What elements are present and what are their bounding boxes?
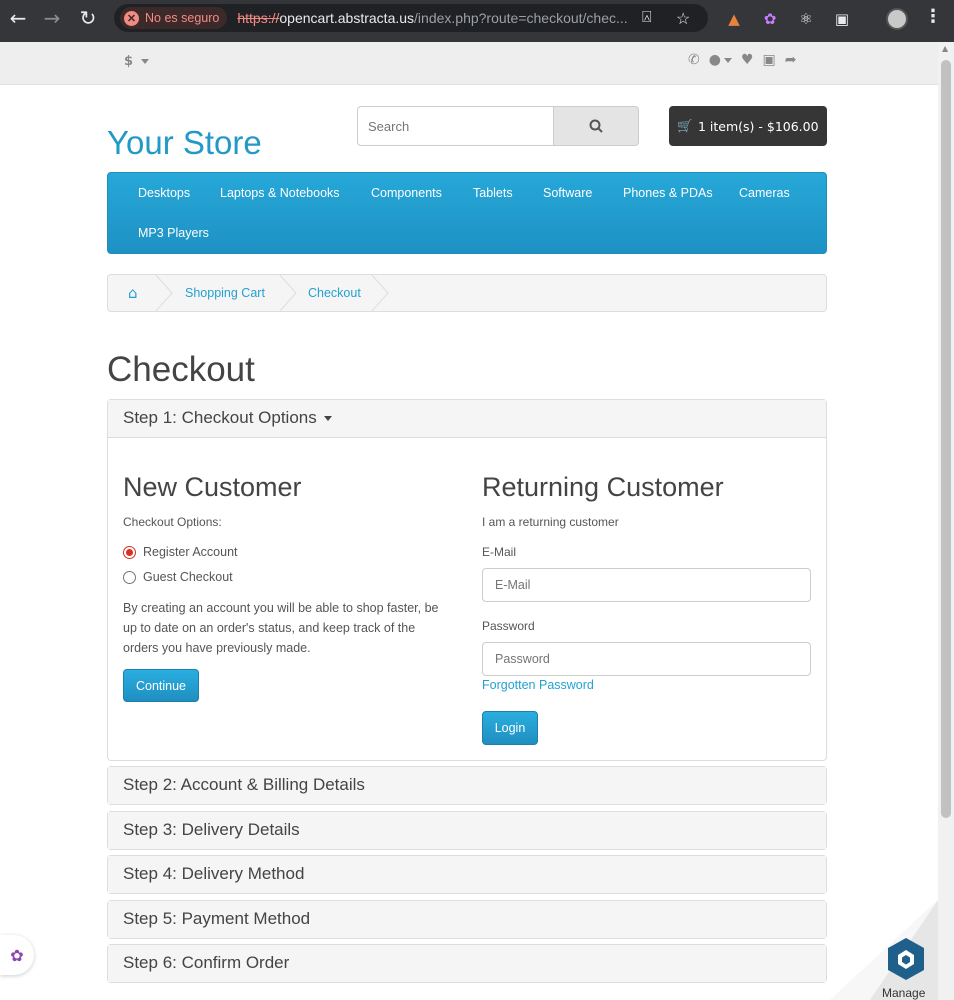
new-customer-description: By creating an account you will be able … bbox=[123, 601, 439, 655]
page-scrollbar[interactable]: ▲ bbox=[938, 42, 954, 1000]
menu-item-cameras[interactable]: Cameras bbox=[739, 186, 790, 200]
manage-label: Manage bbox=[882, 986, 926, 1000]
extension-fox-icon[interactable]: ▲ bbox=[724, 9, 744, 29]
step4-panel: Step 4: Delivery Method bbox=[107, 855, 827, 894]
step2-panel: Step 2: Account & Billing Details bbox=[107, 766, 827, 805]
returning-customer-subtitle: I am a returning customer bbox=[482, 515, 619, 529]
phone-icon[interactable]: ✆ bbox=[688, 52, 700, 68]
menu-item-desktops[interactable]: Desktops bbox=[138, 186, 190, 200]
browser-toolbar: ← → ↻ ✕ No es seguro https://opencart.ab… bbox=[0, 0, 954, 42]
extension-react-icon[interactable]: ⚛ bbox=[796, 9, 816, 29]
cart-button[interactable]: 🛒 1 item(s) - $106.00 bbox=[669, 106, 827, 146]
search-icon bbox=[589, 119, 603, 133]
new-customer-title: New Customer bbox=[123, 472, 302, 502]
login-button[interactable]: Login bbox=[482, 711, 538, 745]
checkout-options-label: Checkout Options: bbox=[123, 515, 222, 529]
breadcrumb-separator bbox=[279, 275, 297, 311]
step2-heading[interactable]: Step 2: Account & Billing Details bbox=[108, 767, 826, 804]
security-label: No es seguro bbox=[145, 11, 220, 25]
step3-panel: Step 3: Delivery Details bbox=[107, 811, 827, 850]
main-menu: Desktops Laptops & Notebooks Components … bbox=[107, 172, 827, 254]
account-icon[interactable]: ● bbox=[709, 52, 732, 68]
scroll-up-arrow-icon[interactable]: ▲ bbox=[942, 44, 948, 53]
radio-button[interactable] bbox=[123, 570, 136, 584]
menu-item-components[interactable]: Components bbox=[371, 186, 442, 200]
back-icon[interactable]: ← bbox=[0, 0, 36, 36]
continue-button[interactable]: Continue bbox=[123, 669, 199, 702]
search-button[interactable] bbox=[554, 106, 639, 146]
bookmark-star-icon[interactable]: ☆ bbox=[676, 9, 690, 29]
caret-down-icon bbox=[324, 416, 333, 422]
email-label: E-Mail bbox=[482, 545, 517, 559]
step5-panel: Step 5: Payment Method bbox=[107, 900, 827, 939]
page-curl-icon bbox=[830, 900, 938, 1000]
breadcrumb-separator bbox=[155, 275, 173, 311]
search-group bbox=[357, 106, 639, 146]
menu-item-tablets[interactable]: Tablets bbox=[473, 186, 513, 200]
forward-icon[interactable]: → bbox=[34, 0, 70, 36]
password-label: Password bbox=[482, 619, 535, 633]
menu-item-phones[interactable]: Phones & PDAs bbox=[623, 186, 713, 200]
browser-menu-icon[interactable]: ⋮ bbox=[924, 6, 942, 27]
scroll-thumb[interactable] bbox=[941, 60, 951, 818]
wishlist-heart-icon[interactable]: ♥ bbox=[741, 52, 754, 68]
home-icon[interactable]: ⌂ bbox=[128, 284, 138, 302]
breadcrumb-shopping-cart[interactable]: Shopping Cart bbox=[185, 286, 265, 300]
top-bar: $ ✆ ● ♥ ▣ ➦ bbox=[0, 42, 938, 85]
step6-panel: Step 6: Confirm Order bbox=[107, 944, 827, 983]
floating-brain-icon[interactable]: ✿ bbox=[0, 935, 34, 975]
search-input[interactable] bbox=[357, 106, 554, 146]
returning-customer-title: Returning Customer bbox=[482, 472, 724, 502]
shopping-cart-icon[interactable]: ▣ bbox=[763, 52, 776, 68]
profile-avatar[interactable] bbox=[886, 8, 908, 30]
checkout-share-icon[interactable]: ➦ bbox=[785, 52, 797, 68]
step6-heading[interactable]: Step 6: Confirm Order bbox=[108, 945, 826, 982]
page-title: Checkout bbox=[107, 350, 255, 389]
extensions-puzzle-icon[interactable]: ▣ bbox=[832, 9, 852, 29]
manage-widget[interactable]: Manage bbox=[830, 900, 938, 1000]
top-links: ✆ ● ♥ ▣ ➦ bbox=[688, 52, 796, 68]
menu-item-software[interactable]: Software bbox=[543, 186, 592, 200]
extension-brain-icon[interactable]: ✿ bbox=[760, 9, 780, 29]
breadcrumb-checkout[interactable]: Checkout bbox=[308, 286, 361, 300]
breadcrumb: ⌂ Shopping Cart Checkout bbox=[107, 274, 827, 312]
reload-icon[interactable]: ↻ bbox=[70, 0, 106, 36]
store-logo[interactable]: Your Store bbox=[107, 124, 262, 162]
forgotten-password-link[interactable]: Forgotten Password bbox=[482, 678, 594, 692]
email-field[interactable] bbox=[482, 568, 811, 602]
radio-button[interactable] bbox=[123, 545, 136, 559]
password-field[interactable] bbox=[482, 642, 811, 676]
menu-item-laptops[interactable]: Laptops & Notebooks bbox=[220, 186, 340, 200]
step3-heading[interactable]: Step 3: Delivery Details bbox=[108, 812, 826, 849]
currency-selector[interactable]: $ bbox=[124, 54, 149, 69]
insecure-icon: ✕ bbox=[124, 10, 139, 26]
address-bar[interactable]: ✕ No es seguro https://opencart.abstract… bbox=[114, 4, 708, 32]
breadcrumb-separator bbox=[371, 275, 389, 311]
step1-heading[interactable]: Step 1: Checkout Options bbox=[108, 400, 826, 438]
cart-icon: 🛒 bbox=[677, 118, 693, 133]
cart-label: 1 item(s) - $106.00 bbox=[697, 118, 819, 134]
security-indicator[interactable]: ✕ No es seguro bbox=[120, 7, 228, 29]
url-text[interactable]: https://opencart.abstracta.us/index.php?… bbox=[237, 10, 627, 26]
radio-register-account[interactable]: Register Account bbox=[123, 545, 238, 559]
step4-heading[interactable]: Step 4: Delivery Method bbox=[108, 856, 826, 893]
radio-guest-checkout[interactable]: Guest Checkout bbox=[123, 570, 233, 584]
menu-item-mp3[interactable]: MP3 Players bbox=[138, 226, 209, 240]
translate-icon[interactable]: ⍓ bbox=[642, 9, 652, 27]
step5-heading[interactable]: Step 5: Payment Method bbox=[108, 901, 826, 938]
